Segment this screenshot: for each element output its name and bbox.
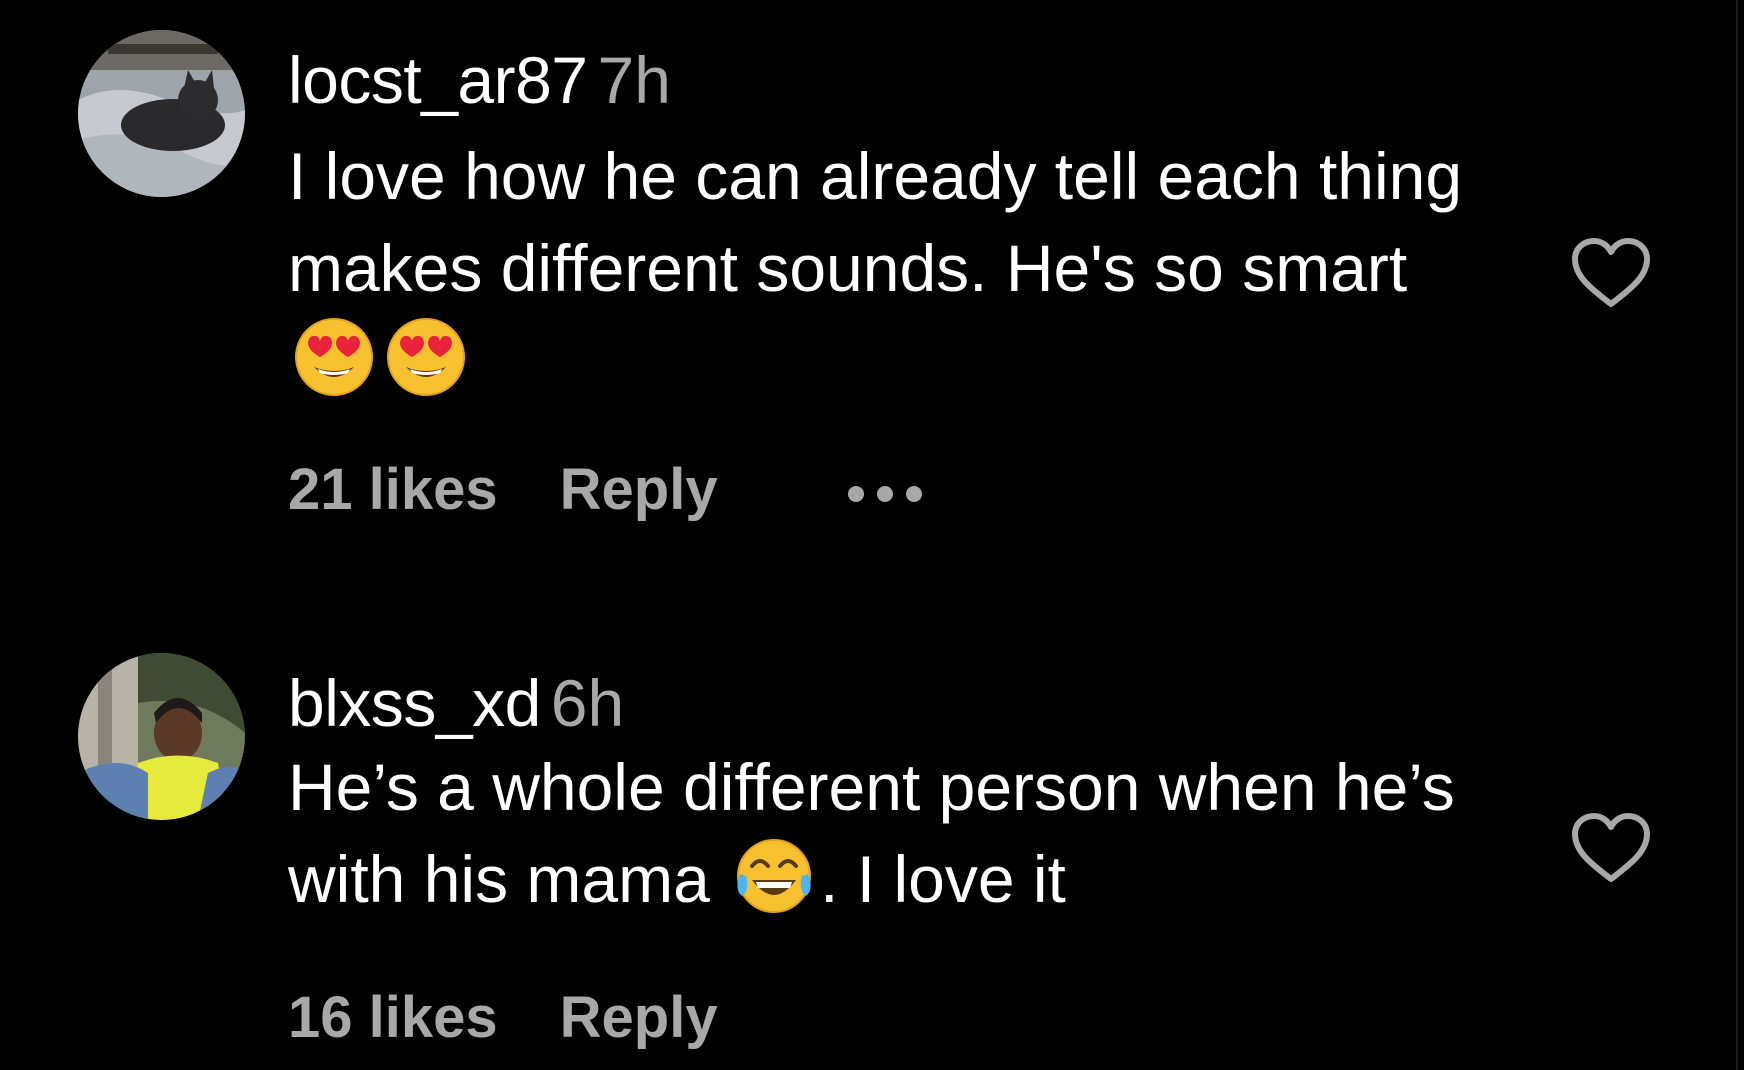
comment-text: I love how he can already tell each thin… [288, 130, 1488, 406]
comment-text-after: . I love it [820, 842, 1066, 916]
comment-item: blxss_xd 6h He’s a whole different person… [0, 653, 1744, 1070]
reply-button[interactable]: Reply [560, 458, 718, 522]
comment-actions: 21 likes Reply [288, 458, 924, 522]
reply-button[interactable]: Reply [560, 986, 718, 1050]
comment-actions: 16 likes Reply [288, 986, 718, 1050]
cat-avatar-image [78, 30, 245, 197]
username[interactable]: locst_ar87 [288, 43, 588, 117]
comment-header: blxss_xd 6h [288, 667, 624, 739]
timestamp: 6h [550, 666, 625, 740]
avatar[interactable] [78, 30, 245, 197]
username[interactable]: blxss_xd [288, 666, 541, 740]
comment-text: He’s a whole different person when he’s … [288, 741, 1488, 925]
like-count[interactable]: 21 likes [288, 458, 498, 522]
comment-header: locst_ar87 7h [288, 44, 671, 116]
ellipsis-icon[interactable] [846, 484, 924, 504]
heart-outline-icon[interactable] [1570, 811, 1652, 885]
avatar[interactable] [78, 653, 245, 820]
timestamp: 7h [597, 43, 671, 117]
heart-outline-icon[interactable] [1570, 236, 1652, 310]
like-count[interactable]: 16 likes [288, 986, 498, 1050]
comment-text-main: I love how he can already tell each thin… [288, 139, 1463, 305]
heart-eyes-emoji [292, 315, 376, 399]
tears-of-joy-emoji [732, 834, 816, 918]
heart-eyes-emoji [384, 315, 468, 399]
comment-item: locst_ar87 7h I love how he can already t… [0, 30, 1744, 550]
person-avatar-image [78, 653, 245, 820]
